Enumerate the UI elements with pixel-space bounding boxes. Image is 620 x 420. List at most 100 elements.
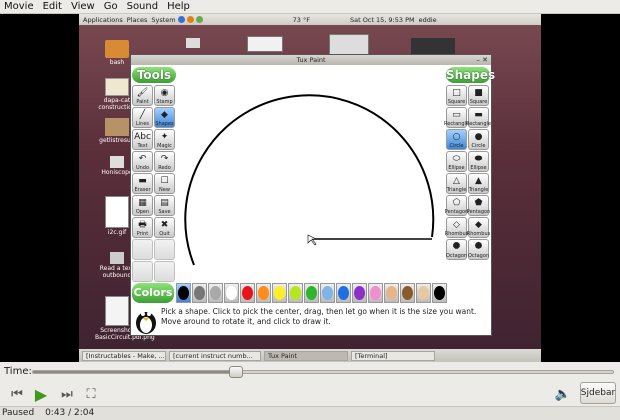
play-button[interactable]: ▶	[30, 384, 52, 404]
shape-label: Octagon	[467, 253, 490, 259]
triangle-icon: ▲	[475, 175, 482, 186]
tool-lines-button[interactable]: ╱ Lines	[132, 107, 153, 128]
shape-triangle-filled-button[interactable]: ▲ Triangle	[468, 173, 489, 194]
tool-label: New	[159, 187, 170, 193]
shape-label: Triangle	[468, 187, 489, 193]
shape-label: Octagon	[445, 253, 468, 259]
shape-rectangle-outline-button[interactable]: ▭ Rectangle	[444, 107, 469, 128]
shape-octagon-filled-button[interactable]: ⯄ Octagon	[468, 239, 489, 260]
color-swatch[interactable]	[256, 283, 271, 303]
stamp-icon: ◉	[160, 87, 169, 98]
tool-label: Eraser	[134, 187, 151, 193]
shape-label: Pentagon	[466, 209, 491, 215]
tool-paint-button[interactable]: 🖌 Paint	[132, 85, 153, 106]
volume-button[interactable]: 🔈	[552, 384, 574, 404]
color-swatch[interactable]	[208, 283, 223, 303]
image-icon	[105, 196, 129, 228]
color-swatch[interactable]	[384, 283, 399, 303]
tool-redo-button[interactable]: ↷ Redo	[154, 151, 175, 172]
tool-label: Print	[136, 231, 149, 237]
fullscreen-button[interactable]: ⛶	[80, 384, 102, 404]
panel-user: eddie	[418, 15, 437, 24]
fullscreen-icon: ⛶	[86, 386, 96, 402]
menubar: Movie Edit View Go Sound Help	[0, 0, 620, 14]
tool-undo-button[interactable]: ↶ Undo	[132, 151, 153, 172]
sidebar-button[interactable]: Sjdebar	[580, 382, 616, 404]
ellipse-icon: ⬭	[452, 153, 461, 164]
shape-rhombus-filled-button[interactable]: ◆ Rhombus	[467, 217, 490, 238]
tool-shapes-button[interactable]: ◆ Shapes	[154, 107, 175, 128]
shape-square-outline-button[interactable]: □ Square	[446, 85, 467, 106]
color-swatch[interactable]	[416, 283, 431, 303]
shape-label: Square	[469, 99, 488, 105]
color-swatch[interactable]	[336, 283, 351, 303]
browser-icon	[177, 16, 185, 23]
tool-magic-button[interactable]: ✦ Magic	[154, 129, 175, 150]
tool-text-button[interactable]: Abc Text	[132, 129, 153, 150]
menu-view[interactable]: View	[71, 1, 95, 12]
color-swatch[interactable]	[368, 283, 383, 303]
drawing-canvas[interactable]	[178, 67, 446, 281]
empty-tool-slot	[132, 261, 153, 282]
seek-slider[interactable]	[32, 366, 614, 378]
shape-rhombus-outline-button[interactable]: ◇ Rhombus	[445, 217, 468, 238]
taskbar-item-tuxpaint: Tux Paint	[264, 350, 348, 361]
color-swatch[interactable]	[320, 283, 335, 303]
tool-label: Save	[158, 209, 171, 215]
tool-label: Open	[135, 209, 150, 215]
desktop-icon-label: i2c.gif	[107, 229, 127, 236]
tool-quit-button[interactable]: ✖ Quit	[154, 217, 175, 238]
mouse-cursor-icon	[307, 234, 317, 246]
tool-save-button[interactable]: ▤ Save	[154, 195, 175, 216]
color-swatch[interactable]	[400, 283, 415, 303]
color-swatch[interactable]	[352, 283, 367, 303]
window-buttons[interactable]: – ✕	[476, 55, 488, 65]
color-swatch[interactable]	[176, 283, 191, 303]
pentagon-icon: ⬠	[452, 197, 461, 208]
shape-rectangle-filled-button[interactable]: ▬ Rectangle	[466, 107, 491, 128]
color-swatch[interactable]	[288, 283, 303, 303]
open-icon: ▦	[138, 197, 147, 208]
rectangle-icon: ▭	[452, 109, 461, 120]
shape-square-filled-button[interactable]: ■ Square	[468, 85, 489, 106]
printer-icon	[186, 38, 200, 48]
tool-print-button[interactable]: 🖶 Print	[132, 217, 153, 238]
color-swatch[interactable]	[432, 283, 447, 303]
menu-edit[interactable]: Edit	[43, 1, 62, 12]
taskbar-item: [Instructables - Make, ...	[82, 350, 166, 361]
color-swatch[interactable]	[224, 283, 239, 303]
shape-octagon-outline-button[interactable]: ⯃ Octagon	[446, 239, 467, 260]
color-swatch[interactable]	[304, 283, 319, 303]
next-button[interactable]: ⏭	[56, 384, 78, 404]
color-swatch[interactable]	[240, 283, 255, 303]
shape-pentagon-filled-button[interactable]: ⬟ Pentagon	[466, 195, 491, 216]
color-swatch[interactable]	[192, 283, 207, 303]
tuxpaint-window: Tux Paint – ✕ Tools 🖌 Paint ◉ Stamp ╱ Lines ◆ S…	[130, 54, 495, 336]
shape-label: Ellipse	[448, 165, 465, 171]
shape-ellipse-outline-button[interactable]: ⬭ Ellipse	[446, 151, 467, 172]
quit-icon: ✖	[160, 219, 169, 230]
status-bar: Paused 0:43 / 2:04	[0, 406, 620, 420]
playback-controls: ⏮ ▶ ⏭ ⛶ 🔈 Sjdebar	[0, 382, 620, 406]
previous-button[interactable]: ⏮	[6, 384, 28, 404]
shape-pentagon-outline-button[interactable]: ⬠ Pentagon	[444, 195, 469, 216]
shape-circle-filled-button[interactable]: ● Circle	[468, 129, 489, 150]
shape-ellipse-filled-button[interactable]: ⬬ Ellipse	[468, 151, 489, 172]
tool-open-button[interactable]: ▦ Open	[132, 195, 153, 216]
shape-label: Pentagon	[444, 209, 469, 215]
text-icon: Abc	[134, 131, 151, 142]
shape-circle-outline-button[interactable]: ○ Circle	[446, 129, 467, 150]
menu-sound[interactable]: Sound	[127, 1, 159, 12]
shape-triangle-outline-button[interactable]: △ Triangle	[446, 173, 467, 194]
shape-label: Square	[447, 99, 466, 105]
menu-movie[interactable]: Movie	[4, 1, 34, 12]
color-swatch[interactable]	[272, 283, 287, 303]
seek-thumb[interactable]	[229, 366, 243, 378]
tool-stamp-button[interactable]: ◉ Stamp	[154, 85, 175, 106]
document-icon	[105, 118, 129, 136]
tool-eraser-button[interactable]: ▬ Eraser	[132, 173, 153, 194]
tool-new-button[interactable]: ☐ New	[154, 173, 175, 194]
menu-help[interactable]: Help	[167, 1, 190, 12]
video-area[interactable]: Applications Places System 73 °F Sat Oct…	[0, 14, 620, 362]
menu-go[interactable]: Go	[104, 1, 118, 12]
